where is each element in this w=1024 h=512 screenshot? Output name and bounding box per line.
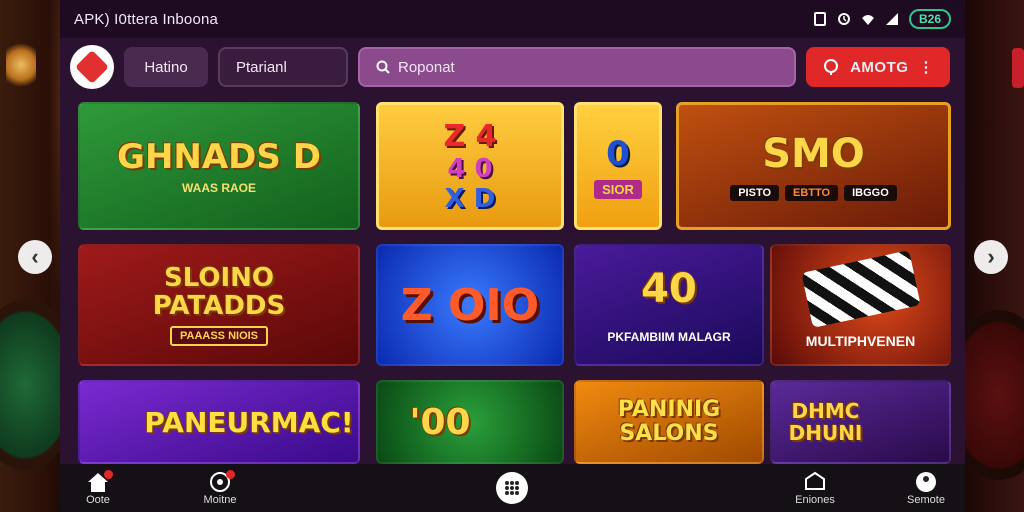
game-line-2: 4 0 — [447, 153, 493, 184]
game-subtitle: WAAS RAOE — [181, 181, 256, 195]
nav-eniones[interactable]: Eniones — [785, 464, 845, 512]
bottom-nav: Oote Moitne Eniones Semote — [60, 464, 965, 512]
logo-mark — [75, 50, 109, 84]
game-title: '00 — [409, 401, 471, 443]
app-logo[interactable] — [70, 45, 114, 89]
game-title: Z OIO — [400, 279, 540, 331]
menu-tab-b[interactable]: Ptarianl — [218, 47, 348, 87]
top-bar: Hatino Ptarianl AMOTG ⋮ — [70, 44, 955, 90]
game-tile-12[interactable]: DHMC DHUNI — [770, 380, 951, 464]
nav-label: Moitne — [203, 494, 237, 506]
tag-row: PISTO EBTTO IBGGO — [730, 185, 897, 201]
game-tile-2[interactable]: Z 4 4 0 X D — [376, 102, 564, 230]
game-tile-10[interactable]: '00 — [376, 380, 564, 464]
grid-menu-button[interactable] — [496, 472, 528, 504]
battery-indicator: B26 — [908, 9, 951, 29]
nav-center[interactable] — [494, 464, 530, 512]
app-window: APK) I0ttera Inboona B26 Hatino Ptarianl… — [60, 0, 965, 512]
nav-home[interactable]: Oote — [78, 464, 118, 512]
more-menu-icon[interactable]: ⋮ — [918, 58, 934, 76]
status-bar: APK) I0ttera Inboona B26 — [60, 0, 965, 38]
game-tile-7[interactable]: 40 PKFAMBIIM MALAGR — [574, 244, 764, 366]
wifi-icon — [861, 15, 874, 25]
game-tile-4[interactable]: SMO PISTO EBTTO IBGGO — [676, 102, 951, 230]
game-digit: 0 — [606, 133, 630, 174]
game-tile-1[interactable]: GHNADS D WAAS RAOE — [78, 102, 360, 230]
promo-button[interactable]: AMOTG ⋮ — [806, 47, 950, 87]
tag-1: PISTO — [730, 185, 780, 201]
menu-tab-a[interactable]: Hatino — [124, 47, 208, 87]
pin-icon — [824, 59, 838, 75]
nav-label: Eniones — [795, 494, 835, 506]
promo-label: AMOTG — [850, 58, 909, 76]
nav-moitne[interactable]: Moitne — [190, 464, 250, 512]
game-line-1: Z 4 — [443, 118, 497, 154]
tag-3: IBGGO — [844, 185, 897, 201]
game-line-3: X D — [444, 183, 496, 214]
chat-icon — [805, 471, 825, 490]
game-title: PANINIG SALONS — [617, 397, 721, 446]
game-title: GHNADS D — [117, 137, 321, 177]
signal-icon — [885, 13, 898, 25]
nav-semote[interactable]: Semote — [900, 464, 952, 512]
profile-icon — [916, 472, 936, 492]
game-title: SMO — [762, 131, 865, 177]
game-title: 40 — [641, 266, 697, 312]
game-title: DHMC DHUNI — [788, 399, 863, 445]
nav-label: Oote — [86, 494, 110, 506]
next-arrow-button[interactable]: › — [974, 240, 1008, 274]
notification-dot — [104, 470, 113, 479]
prev-arrow-button[interactable]: ‹ — [18, 240, 52, 274]
game-tile-11[interactable]: PANINIG SALONS — [574, 380, 764, 464]
search-bar[interactable] — [358, 47, 796, 87]
game-tile-6[interactable]: Z OIO — [376, 244, 564, 366]
status-title: APK) I0ttera Inboona — [74, 10, 219, 28]
game-tile-5[interactable]: SLOINO PATADDS PAAASS NIOIS — [78, 244, 360, 366]
game-subtitle: MULTIPHVENEN — [805, 333, 916, 349]
game-subtitle: PKFAMBIIM MALAGR — [607, 330, 731, 344]
game-title: PANEURMAC! — [144, 405, 354, 439]
card-graphic — [800, 250, 921, 328]
sim-icon — [813, 12, 826, 26]
game-subtitle: PAAASS NIOIS — [169, 326, 269, 346]
game-tile-9[interactable]: PANEURMAC! — [78, 380, 360, 464]
alarm-icon — [837, 13, 850, 25]
tag-2: EBTTO — [785, 185, 839, 201]
game-grid: GHNADS D WAAS RAOE Z 4 4 0 X D 0 SIOR SM… — [78, 102, 951, 464]
search-icon — [376, 60, 390, 74]
nav-label: Semote — [907, 494, 945, 506]
notification-dot — [226, 470, 235, 479]
game-tile-3[interactable]: 0 SIOR — [574, 102, 662, 230]
grid-icon — [505, 481, 519, 495]
lamp-decoration — [6, 40, 36, 90]
game-tile-8[interactable]: MULTIPHVENEN — [770, 244, 951, 366]
game-label: SIOR — [594, 179, 642, 199]
search-input[interactable] — [398, 58, 778, 76]
game-title: SLOINO PATADDS — [152, 263, 286, 321]
lamp-decoration-right — [1012, 48, 1024, 88]
